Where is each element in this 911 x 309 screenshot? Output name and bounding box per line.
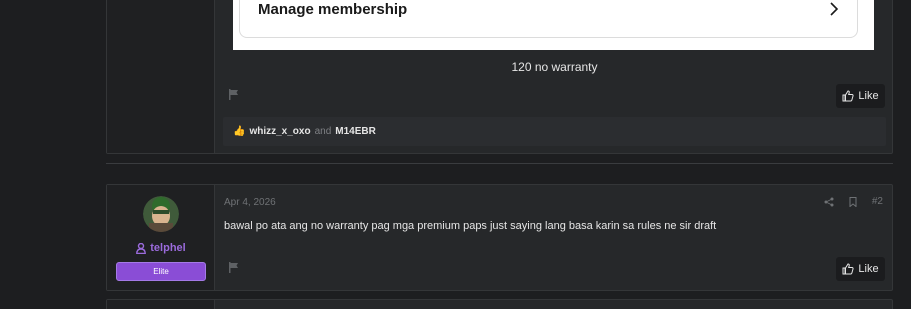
bookmark-icon[interactable] [848,196,858,207]
post-2-user-cell: telphel Elite [107,185,215,290]
reaction-user-a[interactable]: whizz_x_oxo [249,126,310,137]
avatar[interactable] [143,196,179,232]
post-1-caption: 120 no warranty [511,60,598,74]
thumbs-up-reaction-icon: 👍 [233,126,246,137]
thumbs-up-icon [842,263,854,275]
like-button[interactable]: Like [836,84,885,108]
reactions-bar[interactable]: 👍 whizz_x_oxo and M14EBR [223,117,886,146]
reaction-conjunction: and [314,126,332,137]
flag-icon[interactable] [229,262,239,273]
user-icon [136,242,147,254]
reaction-user-b[interactable]: M14EBR [335,126,376,137]
post-divider [106,163,893,164]
like-label: Like [858,90,879,102]
post-3 [106,299,893,309]
embedded-screenshot: Manage membership [233,0,874,50]
post-date[interactable]: Apr 4, 2026 [224,197,276,208]
avatar-image [143,196,179,232]
post-1: Manage membership 120 no warranty Like 👍… [106,0,893,154]
username: telphel [150,242,186,254]
flag-icon[interactable] [229,89,239,100]
share-icon[interactable] [824,197,834,207]
username-link[interactable]: telphel [107,242,215,254]
thumbs-up-icon [842,90,854,102]
post-2: telphel Elite Apr 4, 2026 #2 bawal po at… [106,184,893,291]
like-label: Like [858,263,879,275]
like-button[interactable]: Like [836,257,885,281]
embed-title: Manage membership [258,1,408,18]
post-body: bawal po ata ang no warranty pag mga pre… [224,220,717,232]
manage-membership-card: Manage membership [239,0,858,38]
post-3-user-cell [107,300,215,309]
post-number[interactable]: #2 [872,196,883,207]
chevron-right-icon [830,2,839,16]
post-tools: #2 [824,196,883,207]
post-1-user-cell [107,0,215,153]
user-title-badge: Elite [116,262,206,281]
